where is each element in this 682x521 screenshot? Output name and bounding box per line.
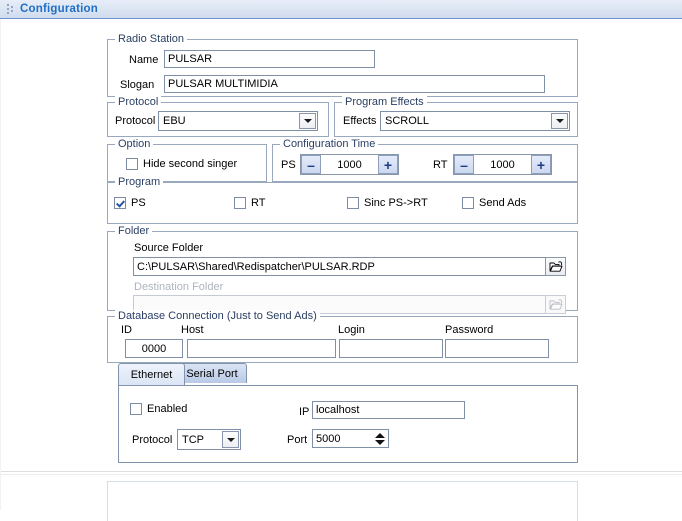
- db-password-input[interactable]: [445, 339, 549, 358]
- group-program: Program PS RT Sinc PS->RT Send Ads: [107, 176, 578, 224]
- section-divider: [1, 471, 682, 472]
- db-password-label: Password: [445, 324, 494, 336]
- configuration-window: Configuration Radio Station Name Slogan …: [0, 0, 682, 521]
- db-login-input[interactable]: [339, 339, 443, 358]
- source-folder-input[interactable]: [133, 257, 566, 276]
- name-input[interactable]: [164, 50, 375, 68]
- source-folder-label: Source Folder: [134, 242, 204, 254]
- chevron-down-icon[interactable]: [222, 431, 239, 448]
- db-host-input[interactable]: [187, 339, 336, 358]
- group-database-connection-legend: Database Connection (Just to Send Ads): [115, 310, 320, 322]
- ethernet-enabled-label: Enabled: [147, 403, 188, 415]
- chevron-down-icon[interactable]: [551, 113, 568, 129]
- protocol-label: Protocol: [115, 115, 156, 127]
- port-increment-arrow[interactable]: [374, 432, 385, 438]
- program-checkbox-sinc-ps-rt[interactable]: Sinc PS->RT: [347, 197, 428, 209]
- drag-grip-icon[interactable]: [7, 4, 13, 15]
- rt-time-label: RT: [433, 159, 448, 171]
- chevron-down-icon[interactable]: [299, 113, 316, 129]
- program-checkbox-send-ads-label: Send Ads: [479, 197, 527, 209]
- tab-ethernet-label: Ethernet: [130, 368, 173, 381]
- group-database-connection: Database Connection (Just to Send Ads) I…: [107, 310, 578, 363]
- checkbox-box: [347, 197, 359, 209]
- ethernet-port-label: Port: [287, 434, 308, 446]
- ps-time-spinner[interactable]: – 1000 +: [300, 154, 399, 175]
- db-id-input[interactable]: [125, 339, 183, 358]
- group-folder: Folder Source Folder Destination Folder: [107, 225, 578, 314]
- group-program-effects: Program Effects Effects SCROLL: [334, 96, 578, 137]
- effects-select-value: SCROLL: [385, 115, 430, 127]
- group-radio-station-legend: Radio Station: [115, 33, 188, 45]
- program-checkbox-ps-label: PS: [131, 197, 146, 209]
- rt-time-increment-button[interactable]: +: [531, 155, 551, 174]
- group-protocol-legend: Protocol: [115, 96, 162, 108]
- group-bottom-cutoff: [107, 481, 578, 521]
- ps-time-label: PS: [281, 159, 296, 171]
- slogan-label: Slogan: [120, 79, 155, 91]
- group-folder-legend: Folder: [115, 225, 153, 237]
- page-title: Configuration: [20, 3, 98, 15]
- ethernet-ip-label: IP: [299, 406, 310, 418]
- program-checkbox-sinc-ps-rt-label: Sinc PS->RT: [364, 197, 428, 209]
- db-host-label: Host: [181, 324, 204, 336]
- ps-time-increment-button[interactable]: +: [378, 155, 398, 174]
- group-protocol: Protocol Protocol EBU: [107, 96, 329, 137]
- ethernet-protocol-select-value: TCP: [182, 433, 204, 446]
- checkbox-box: [130, 403, 142, 415]
- ethernet-port-stepper[interactable]: 5000: [312, 429, 389, 448]
- group-configuration-time-legend: Configuration Time: [280, 138, 379, 150]
- rt-time-spinner[interactable]: – 1000 +: [453, 154, 552, 175]
- protocol-select[interactable]: EBU: [158, 111, 318, 131]
- ethernet-tab-panel: Enabled Protocol TCP IP Port 5000: [118, 385, 578, 463]
- checkbox-box: [126, 158, 138, 170]
- group-program-effects-legend: Program Effects: [342, 96, 427, 108]
- group-program-legend: Program: [115, 176, 164, 188]
- rt-time-value: 1000: [474, 155, 531, 174]
- group-configuration-time: Configuration Time PS – 1000 + RT – 1000…: [272, 138, 578, 182]
- ethernet-ip-input[interactable]: [312, 401, 465, 419]
- effects-select[interactable]: SCROLL: [380, 111, 570, 131]
- section-divider: [1, 474, 682, 475]
- program-checkbox-send-ads[interactable]: Send Ads: [462, 197, 526, 209]
- db-login-label: Login: [338, 324, 365, 336]
- form-surface: Radio Station Name Slogan Protocol Proto…: [0, 19, 682, 521]
- tab-serial-port[interactable]: Serial Port: [177, 363, 247, 383]
- hide-second-singer-checkbox[interactable]: Hide second singer: [126, 158, 237, 170]
- program-checkbox-ps[interactable]: PS: [114, 197, 146, 209]
- ethernet-enabled-checkbox[interactable]: Enabled: [130, 403, 187, 415]
- name-label: Name: [129, 54, 159, 66]
- group-radio-station: Radio Station Name Slogan: [107, 33, 578, 97]
- ps-time-decrement-button[interactable]: –: [301, 155, 321, 174]
- checkbox-box: [462, 197, 474, 209]
- up-down-arrows-icon[interactable]: [373, 431, 386, 446]
- rt-time-decrement-button[interactable]: –: [454, 155, 474, 174]
- window-titlebar: Configuration: [0, 0, 682, 19]
- program-checkbox-rt[interactable]: RT: [234, 197, 265, 209]
- slogan-input[interactable]: [164, 75, 545, 93]
- hide-second-singer-label: Hide second singer: [143, 158, 238, 170]
- folder-open-icon: [549, 299, 562, 310]
- effects-label: Effects: [343, 115, 377, 127]
- tab-ethernet[interactable]: Ethernet: [118, 363, 185, 385]
- ethernet-protocol-select[interactable]: TCP: [177, 429, 241, 450]
- db-id-label: ID: [121, 324, 132, 336]
- ethernet-protocol-label: Protocol: [132, 434, 173, 446]
- ps-time-value: 1000: [321, 155, 378, 174]
- destination-folder-label: Destination Folder: [134, 281, 224, 293]
- connection-tabstrip: Ethernet Serial Port: [107, 363, 578, 385]
- checkbox-box: [234, 197, 246, 209]
- program-checkbox-rt-label: RT: [251, 197, 266, 209]
- ethernet-port-value: 5000: [316, 432, 341, 445]
- tab-serial-port-label: Serial Port: [186, 367, 238, 380]
- group-option-legend: Option: [115, 138, 154, 150]
- folder-open-icon: [549, 261, 562, 272]
- destination-folder-browse-button[interactable]: [545, 295, 566, 314]
- checkbox-box: [114, 197, 126, 209]
- protocol-select-value: EBU: [163, 115, 186, 127]
- source-folder-browse-button[interactable]: [545, 257, 566, 276]
- port-decrement-arrow[interactable]: [374, 439, 385, 445]
